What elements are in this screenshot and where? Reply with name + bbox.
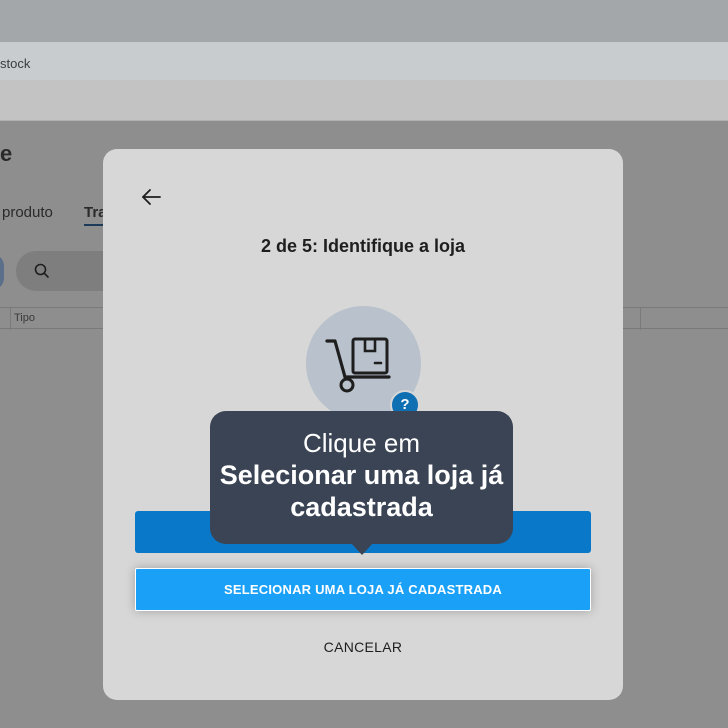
page-title: e bbox=[0, 141, 13, 166]
column-divider bbox=[10, 308, 11, 330]
modal-title: 2 de 5: Identifique a loja bbox=[260, 236, 466, 256]
tooltip-intro: Clique em bbox=[302, 428, 421, 458]
hand-truck-box-icon bbox=[325, 337, 391, 393]
column-header-tipo: Tipo bbox=[14, 312, 35, 324]
guide-tooltip: Clique em Selecionar uma loja já cadastr… bbox=[210, 411, 513, 555]
tooltip-action: Selecionar uma loja já cadastrada bbox=[219, 460, 504, 522]
tooltip-arrow bbox=[351, 543, 373, 555]
column-divider bbox=[640, 308, 641, 330]
tab-produto[interactable]: produto bbox=[2, 204, 53, 221]
address-bar[interactable]: stock bbox=[0, 42, 728, 80]
cancel-button[interactable]: CANCELAR bbox=[263, 633, 463, 661]
address-text: stock bbox=[0, 56, 31, 71]
browser-toolbar bbox=[0, 80, 728, 121]
select-existing-store-button[interactable]: SELECIONAR UMA LOJA JÁ CADASTRADA bbox=[135, 568, 591, 611]
page-chip[interactable] bbox=[0, 254, 4, 290]
arrow-left-icon bbox=[142, 189, 161, 205]
browser-tab-strip bbox=[0, 0, 728, 42]
back-button[interactable] bbox=[139, 185, 163, 209]
search-icon bbox=[34, 263, 49, 278]
